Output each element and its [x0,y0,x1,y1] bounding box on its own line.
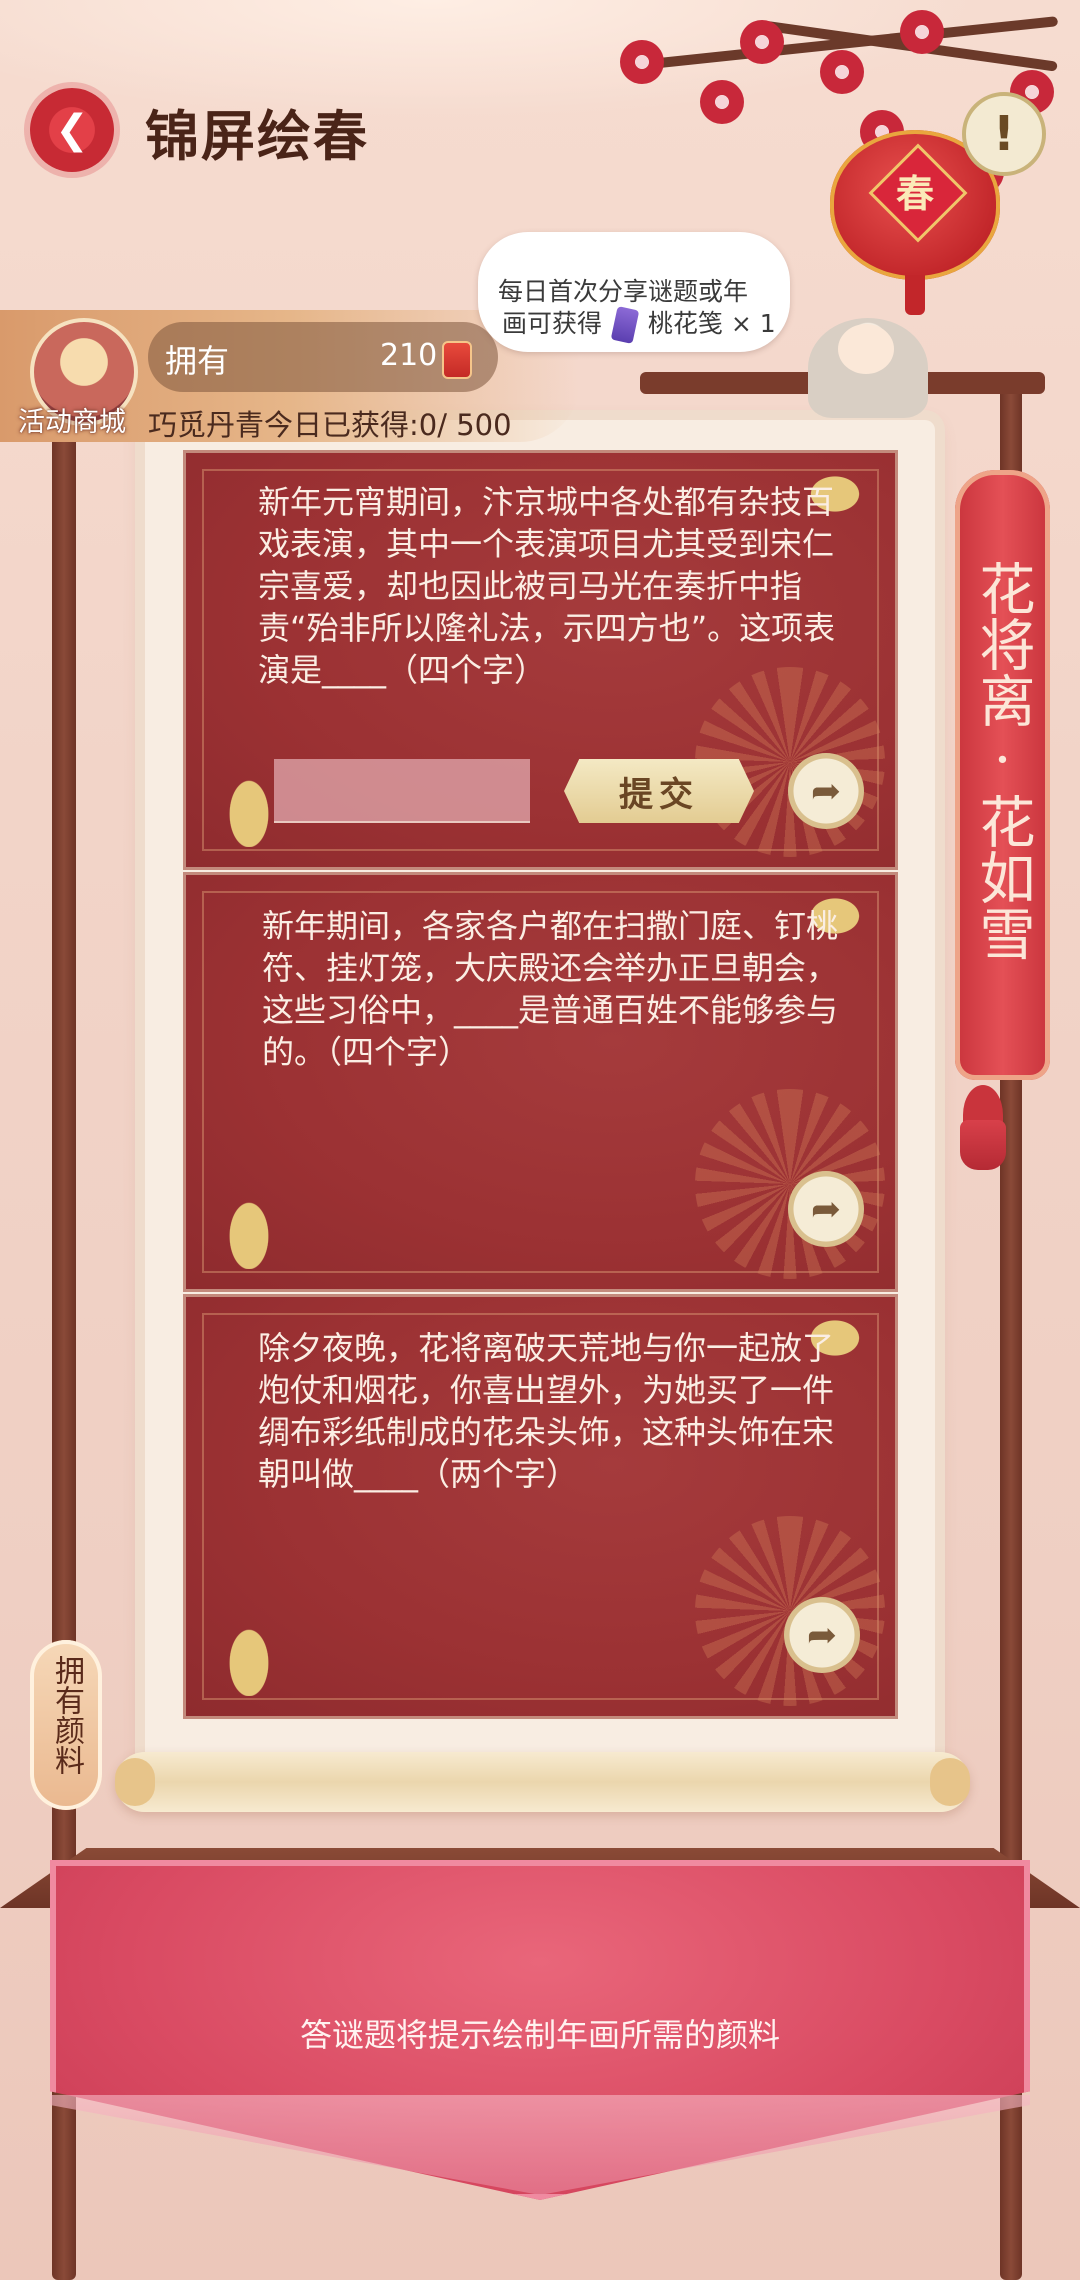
share-button[interactable]: ➦ [788,753,864,829]
lantern-character: 春 [895,170,934,216]
shop-label[interactable]: 活动商城 [18,400,126,439]
red-envelope-icon [442,341,472,379]
share-icon: ➦ [810,770,842,812]
plum-blossom [900,10,944,54]
chrysanthemum-pattern [695,1089,885,1279]
plum-blossom [700,80,744,124]
share-button[interactable]: ➦ [788,1171,864,1247]
hint-text: 答谜题将提示绘制年画所需的颜料 [299,2016,780,2054]
page-title: 锦屏绘春 [145,104,369,168]
riddle-card-1: 新年元宵期间，汴京城中各处都有杂技百戏表演，其中一个表演项目尤其受到宋仁宗喜爱，… [183,450,898,870]
rolled-scroll [115,1752,970,1812]
scroll-cap-right [930,1758,970,1806]
pigment-tab-label[interactable]: 拥有颜料 [30,1655,102,1775]
riddle-question: 除夕夜晚，花将离破天荒地与你一起放了炮仗和烟花，你喜出望外，为她买了一件绸布彩纸… [258,1329,835,1493]
share-icon: ➦ [806,1614,838,1656]
exclamation-icon: ! [993,106,1015,162]
plum-blossom [620,40,664,84]
back-button[interactable]: ❮ [30,88,114,172]
info-button[interactable]: ! [962,92,1046,176]
riddle-card-2: 新年期间，各家各户都在扫撒门庭、钉桃符、挂灯笼，大庆殿还会举办正旦朝会，这些习俗… [183,872,898,1292]
bubble-text-line1: 每日首次分享谜题或年 [498,277,749,306]
share-button[interactable]: ➦ [784,1597,860,1673]
riddle-card-3: 除夕夜晚，花将离破天荒地与你一起放了炮仗和烟花，你喜出望外，为她买了一件绸布彩纸… [183,1294,898,1719]
submit-button[interactable]: 提交 [564,759,754,823]
phoenix-ornament [204,1159,294,1269]
bubble-prefix: 画可获得 [502,309,603,338]
table-cloth-border [50,2095,1030,2195]
scroll-cap-left [115,1758,155,1806]
share-icon: ➦ [810,1188,842,1230]
character-face [838,324,894,374]
phoenix-ornament [204,1586,294,1696]
banner-title: 花将离·花如雪 [970,560,1035,961]
daily-progress-text: 巧觅丹青今日已获得:0/ 500 [148,408,512,442]
banner-tassel [960,1120,1006,1170]
bubble-reward: 桃花笺 × 1 [647,309,776,338]
chrysanthemum-pattern [695,1516,885,1706]
riddle-question: 新年期间，各家各户都在扫撒门庭、钉桃符、挂灯笼，大庆殿还会举办正旦朝会，这些习俗… [262,907,839,1071]
bubble-text-line2: 画可获得 桃花笺 × 1 [502,304,776,344]
owned-label: 拥有 [165,342,230,380]
plum-blossom [820,50,864,94]
lantern-tassel [905,275,925,315]
owned-count: 210 [380,338,438,373]
chevron-left-icon: ❮ [55,107,89,153]
riddle-question: 新年元宵期间，汴京城中各处都有杂技百戏表演，其中一个表演项目尤其受到宋仁宗喜爱，… [258,483,836,689]
peach-ticket-icon [610,306,640,344]
plum-blossom [740,20,784,64]
answer-input[interactable] [274,759,530,823]
